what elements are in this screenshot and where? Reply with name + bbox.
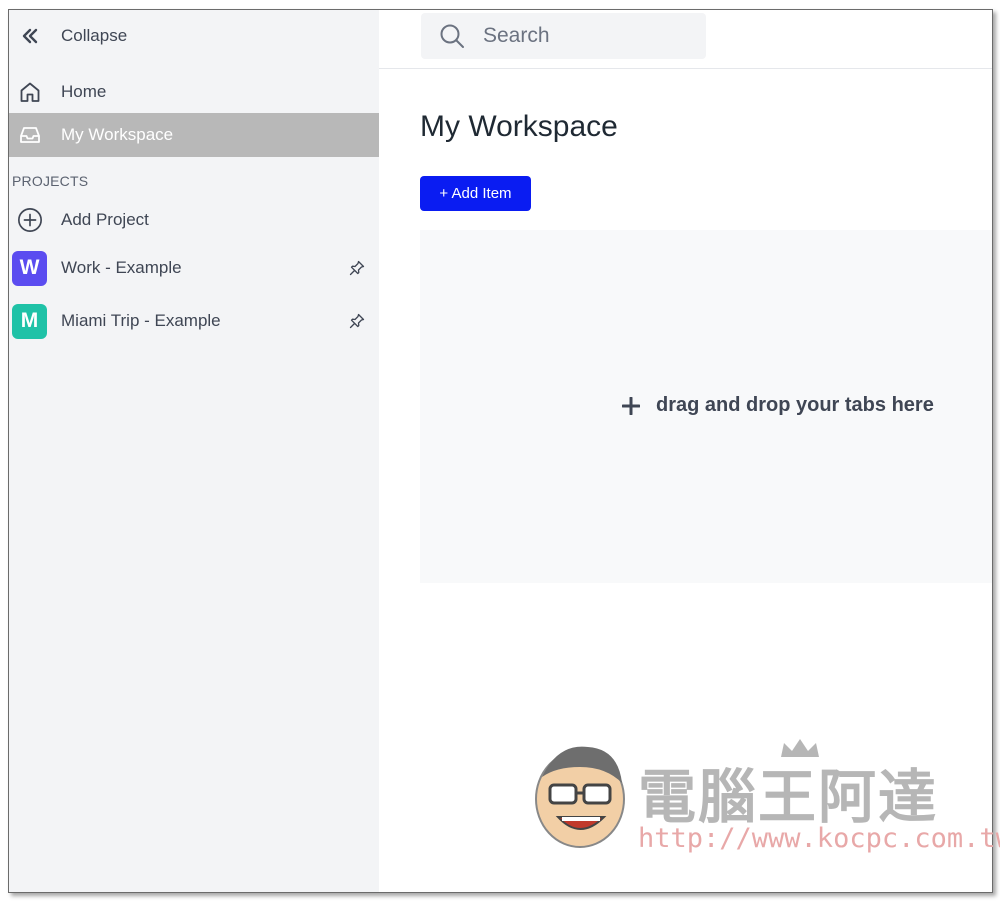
- watermark-title: 電腦王阿達: [638, 763, 939, 831]
- collapse-button[interactable]: Collapse: [9, 20, 379, 52]
- project-badge: M: [12, 303, 47, 339]
- drop-hint: drag and drop your tabs here: [621, 394, 934, 417]
- home-icon: [17, 79, 43, 105]
- pin-icon[interactable]: [349, 313, 365, 329]
- watermark: 電腦王阿達 http://www.kocpc.com.tw: [528, 735, 1000, 860]
- project-item[interactable]: M Miami Trip - Example: [9, 303, 379, 339]
- sidebar-item-label: Home: [61, 82, 107, 101]
- search-input[interactable]: [483, 21, 693, 51]
- plus-circle-icon: [17, 207, 43, 233]
- page-title: My Workspace: [420, 110, 618, 143]
- projects-heading: PROJECTS: [12, 173, 89, 189]
- sidebar-item-my-workspace[interactable]: My Workspace: [9, 113, 379, 157]
- project-name: Miami Trip - Example: [61, 311, 221, 330]
- sidebar-item-label: My Workspace: [61, 125, 174, 144]
- project-badge: W: [12, 250, 47, 286]
- watermark-url: http://www.kocpc.com.tw: [638, 823, 1000, 854]
- search-bar[interactable]: [421, 13, 706, 59]
- mascot-logo: [535, 746, 625, 848]
- project-item[interactable]: W Work - Example: [9, 250, 379, 286]
- plus-icon: [621, 396, 641, 415]
- pin-icon[interactable]: [349, 260, 365, 276]
- project-name: Work - Example: [61, 258, 182, 277]
- sidebar: Collapse Home My Workspace PROJECTS Add …: [9, 10, 379, 892]
- drop-hint-text: drag and drop your tabs here: [656, 394, 934, 416]
- collapse-label: Collapse: [61, 26, 128, 45]
- tab-drop-zone[interactable]: drag and drop your tabs here: [420, 230, 992, 583]
- top-bar: [379, 10, 992, 69]
- sidebar-item-label: Add Project: [61, 210, 149, 229]
- search-icon: [439, 23, 465, 49]
- inbox-icon: [17, 122, 43, 148]
- double-chevron-left-icon: [17, 23, 43, 49]
- sidebar-item-home[interactable]: Home: [9, 76, 379, 108]
- add-project-button[interactable]: Add Project: [9, 204, 379, 236]
- add-item-button[interactable]: + Add Item: [420, 176, 531, 211]
